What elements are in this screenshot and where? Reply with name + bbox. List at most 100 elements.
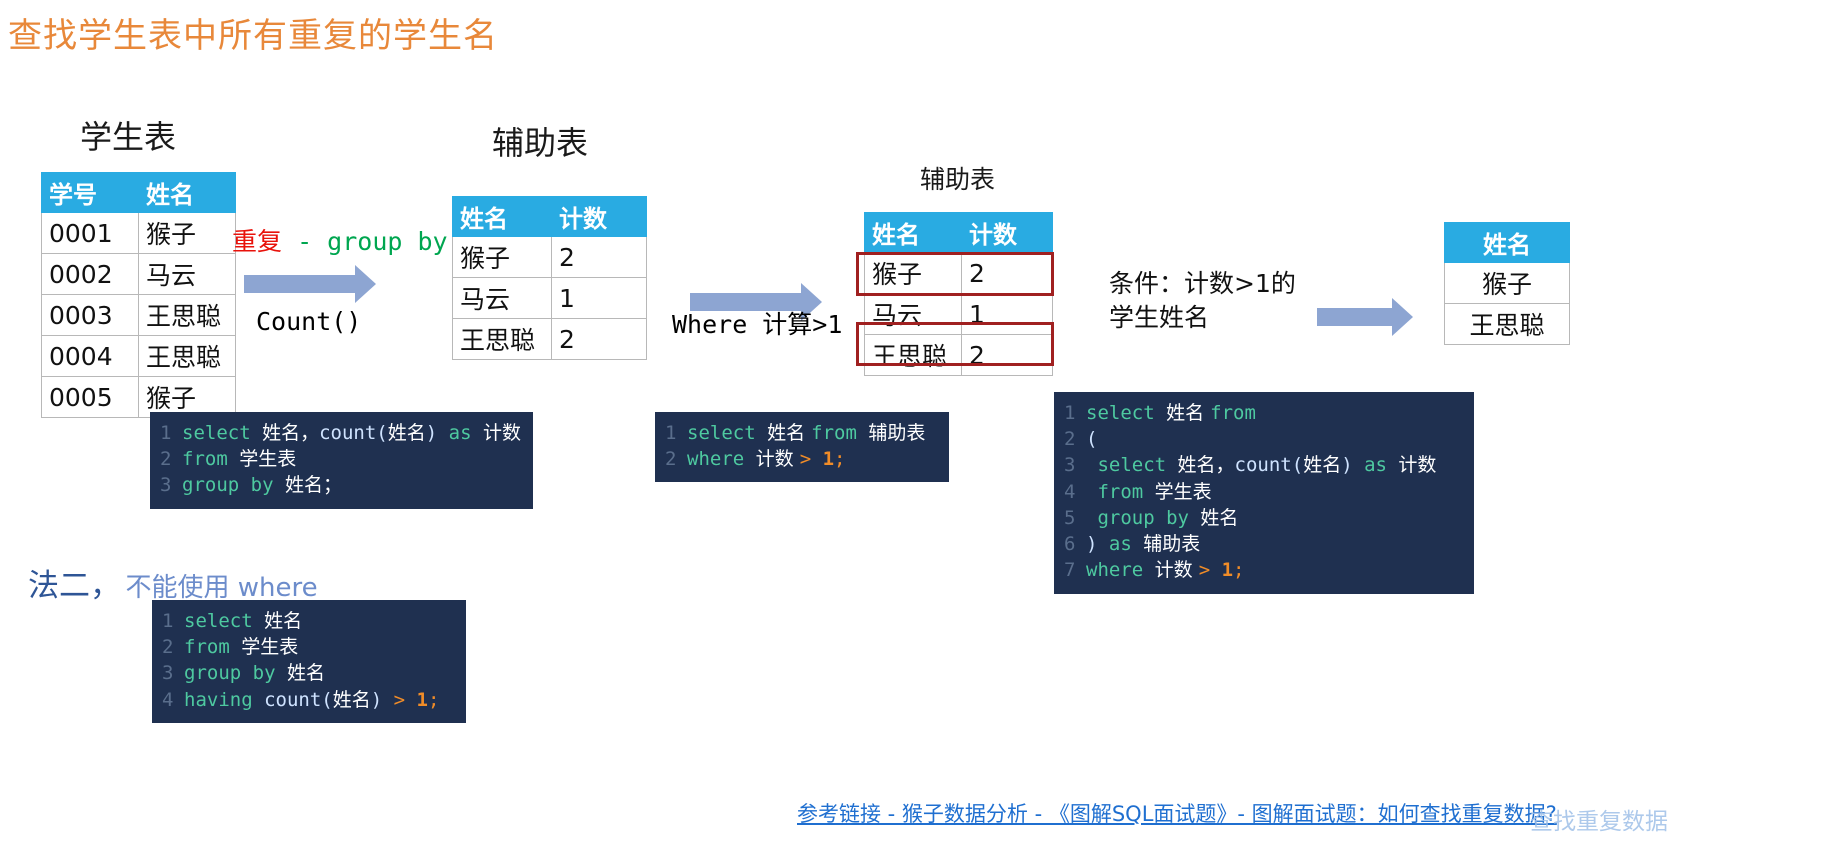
method-2-heading: 法二， 不能使用 where (28, 560, 318, 605)
code-block-1: 1 select 姓名，count(姓名) as 计数 2 from 学生表 3 grou… (150, 412, 533, 509)
code-line: 4 having count(姓名) > 1; (162, 687, 452, 713)
code-token: 学生表 (239, 448, 297, 471)
code-token: ( (1291, 454, 1304, 477)
table-header-row: 姓名 计数 (452, 196, 647, 237)
code-token: 辅助表 (868, 422, 926, 444)
cell-count: 2 (551, 318, 647, 360)
reference-link[interactable]: 参考链接 - 猴子数据分析 - 《图解SQL面试题》- 图解面试题：如何查找重复… (797, 798, 1557, 828)
table-row: 0002 马云 (41, 253, 236, 295)
code-token: 计数 (1154, 559, 1199, 582)
arrow2-label-where: Where 计算>1 (672, 310, 843, 339)
code-line-number: 7 (1064, 559, 1076, 582)
code-line-number: 1 (162, 610, 174, 632)
code-line-number: 2 (160, 448, 172, 471)
code-line-number: 2 (1064, 428, 1076, 451)
code-token: 姓名 (264, 610, 303, 632)
arrow1-top-label: 重复 - group by (232, 222, 448, 258)
code-token: count (264, 688, 322, 711)
table-row: 0003 王思聪 (41, 294, 236, 336)
cell-name: 猴子 (138, 212, 236, 254)
cell-count: 2 (551, 236, 647, 278)
code-line: 1 select 姓名，count(姓名) as 计数 (160, 420, 521, 446)
code-line-number: 2 (162, 636, 174, 659)
cell-name: 王思聪 (452, 318, 552, 360)
code-line-number: 1 (665, 422, 677, 444)
code-token: select (1086, 402, 1167, 424)
code-line: 3 group by 姓名 (162, 660, 452, 686)
table-header-row: 学号 姓名 (41, 172, 236, 213)
code-token: select (1086, 454, 1178, 477)
code-token: select (687, 422, 768, 444)
code-line-number: 4 (1064, 480, 1076, 503)
student-table-caption: 学生表 (80, 118, 177, 156)
code-token: 姓名 (1166, 402, 1211, 424)
code-line-number: 3 (1064, 454, 1076, 477)
code-token: from (1210, 402, 1256, 424)
aux-table-1-grid: 姓名 计数 猴子 2 马云 1 王思聪 2 (452, 196, 647, 360)
code-line-number: 6 (1064, 533, 1076, 556)
code-token: 辅助表 (1143, 533, 1201, 556)
code-token: as (437, 422, 483, 444)
arrow1-label-groupby: - group by (297, 227, 448, 256)
cell-name: 王思聪 (864, 334, 962, 376)
code-token: > (1198, 559, 1222, 582)
code-token: where (687, 448, 756, 471)
column-header-xingming: 姓名 (138, 172, 236, 213)
code-token: 计数 (755, 448, 800, 471)
aux-table-1-caption: 辅助表 (492, 124, 589, 162)
cell-id: 0005 (41, 376, 139, 418)
code-token: ) (1341, 454, 1353, 477)
code-token: 姓名 (387, 422, 426, 444)
code-token: ; (834, 448, 846, 471)
code-line-number: 3 (162, 662, 174, 685)
code-token: group by (1086, 506, 1201, 529)
cell-name: 王思聪 (1444, 303, 1570, 345)
code-token: 姓名 (286, 662, 325, 685)
arrow1-bottom-label-count: Count() (256, 307, 362, 336)
condition-line-1: 条件：计数>1的 (1109, 269, 1296, 298)
code-token: 姓名， (262, 422, 320, 444)
page-title: 查找学生表中所有重复的学生名 (8, 16, 498, 56)
code-line: 7 where 计数 > 1; (1064, 557, 1460, 583)
cell-name: 猴子 (864, 252, 962, 294)
code-line: 2 from 学生表 (162, 634, 452, 660)
code-line-number: 1 (160, 422, 172, 444)
method-2-suffix: 不能使用 where (125, 573, 318, 603)
column-header-xuehao: 学号 (41, 172, 139, 213)
result-table-grid: 姓名 猴子 王思聪 (1444, 222, 1570, 345)
code-line-number: 2 (665, 448, 677, 471)
cell-name: 马云 (452, 277, 552, 319)
table-row: 马云 1 (452, 277, 647, 319)
table-row: 王思聪 2 (864, 334, 1053, 376)
table-row: 猴子 2 (452, 236, 647, 278)
table-row: 王思聪 2 (452, 318, 647, 360)
code-token: ; (427, 688, 440, 711)
code-line-number: 3 (160, 474, 172, 497)
cell-count: 1 (551, 277, 647, 319)
code-token: 计数 (1398, 454, 1437, 477)
code-token: as (1352, 454, 1399, 477)
code-line: 2 where 计数 > 1; (665, 446, 935, 472)
arrow-student-to-aux (244, 265, 376, 303)
arrow1-label-duplicate: 重复 (232, 227, 283, 256)
code-line: 2( (1064, 426, 1460, 452)
table-row: 王思聪 (1444, 303, 1570, 345)
condition-label: 条件：计数>1的 学生姓名 (1109, 267, 1296, 335)
code-line: 1 select 姓名 (162, 608, 452, 634)
code-token: 姓名 (332, 688, 371, 711)
student-table: 学号 姓名 0001 猴子 0002 马云 0003 王思聪 0004 王思聪 (41, 172, 236, 418)
code-token: group by (184, 662, 287, 685)
code-token: 姓名； (284, 474, 342, 497)
code-token: 姓名 (767, 422, 812, 444)
code-token: > (799, 448, 823, 471)
watermark-text: 查找重复数据 (1530, 809, 1668, 835)
cell-count: 2 (961, 334, 1053, 376)
result-table: 姓名 猴子 王思聪 (1444, 222, 1570, 345)
table-row: 猴子 2 (864, 252, 1053, 294)
code-token: > (382, 688, 417, 711)
code-line-number: 4 (162, 688, 174, 711)
code-line: 4 from 学生表 (1064, 479, 1460, 505)
code-block-2: 1 select 姓名 from 辅助表 2 where 计数 > 1; (655, 412, 949, 483)
code-token: 1 (1221, 559, 1234, 582)
code-token: from (184, 636, 242, 659)
